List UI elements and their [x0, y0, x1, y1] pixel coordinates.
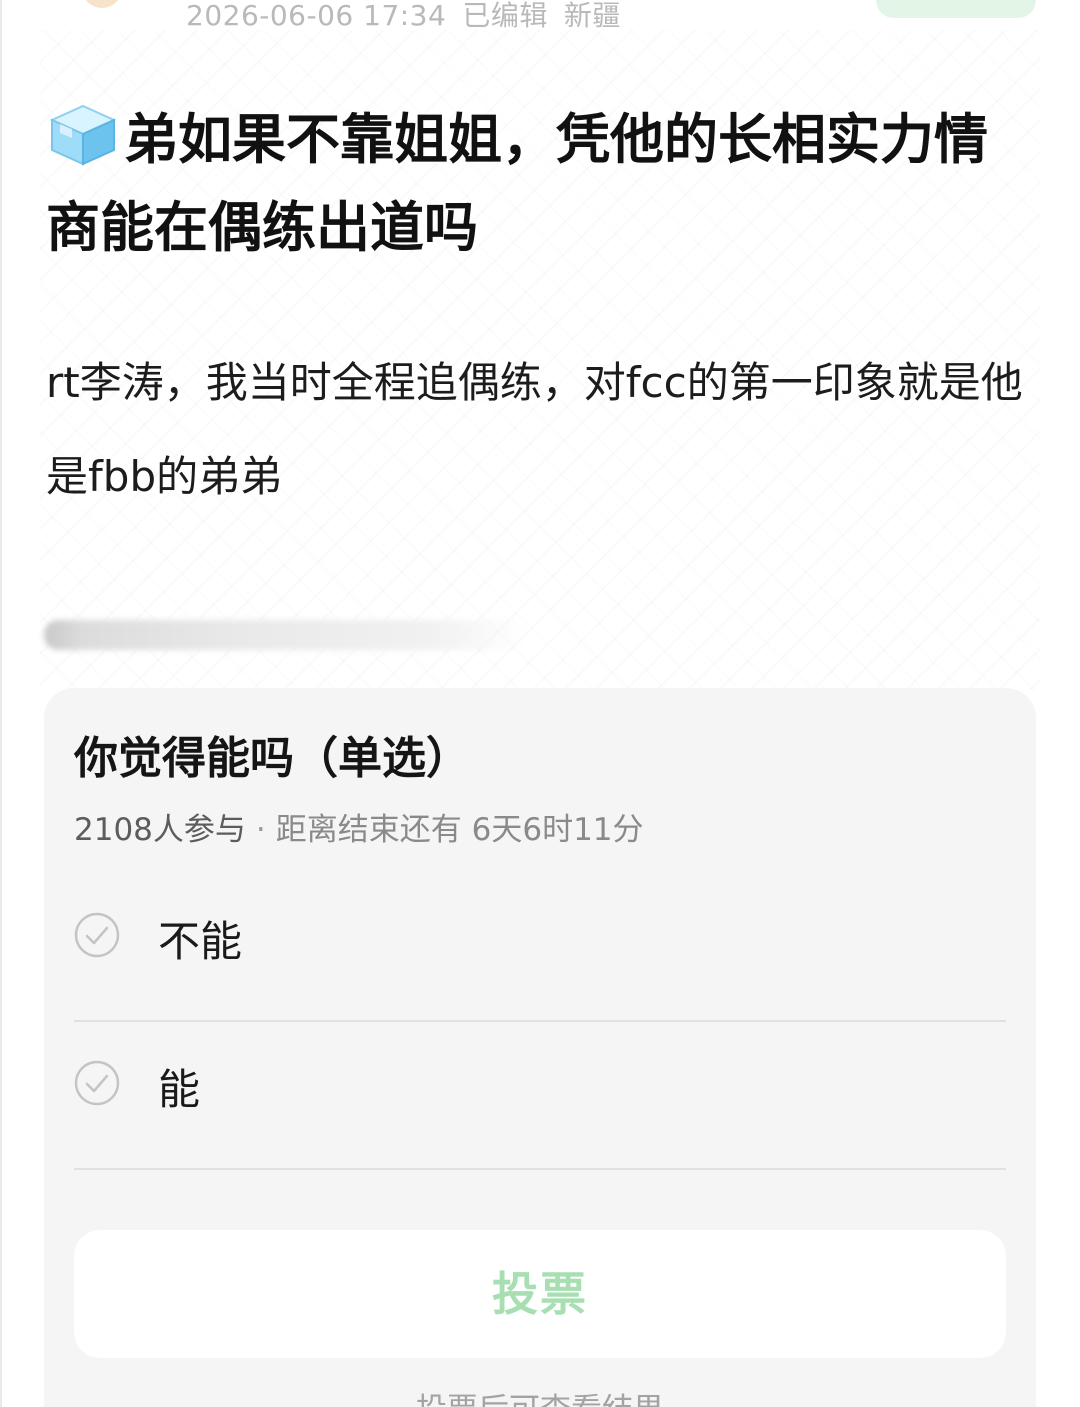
post-detail-page: 2026-06-06 17:34 已编辑 新疆 弟如果不靠姐姐，凭他的长相实力情商能…: [0, 0, 1080, 1407]
blurred-content: [44, 620, 524, 650]
post-title-text: 弟如果不靠姐姐，凭他的长相实力情商能在偶练出道吗: [46, 108, 988, 259]
follow-button[interactable]: [876, 0, 1036, 18]
check-circle-icon[interactable]: [74, 912, 120, 958]
poll-remaining-time: 距离结束还有 6天6时11分: [275, 812, 644, 848]
poll-option-label: 能: [158, 1065, 201, 1114]
poll-stats: 2108人参与 · 距离结束还有 6天6时11分: [74, 804, 644, 849]
poll-option[interactable]: 能: [74, 1024, 1006, 1170]
poll-option-label: 不能: [158, 917, 243, 966]
post-body: rt李涛，我当时全程追偶练，对fcc的第一印象就是他是fbb的弟弟: [46, 358, 1023, 501]
poll-title: 你觉得能吗（单选）: [74, 733, 470, 784]
ice-cube-icon: [49, 104, 117, 166]
avatar[interactable]: [82, 0, 122, 8]
edited-label: 已编辑: [462, 0, 548, 32]
poll-participants: 2108人参与: [74, 812, 246, 848]
left-edge-divider: [0, 0, 2, 1407]
post-title: 弟如果不靠姐姐，凭他的长相实力情商能在偶练出道吗: [46, 96, 1036, 272]
option-divider: [74, 1168, 1006, 1170]
location-label: 新疆: [563, 0, 621, 32]
vote-button[interactable]: 投票: [74, 1230, 1006, 1358]
post-meta-row: 2026-06-06 17:34 已编辑 新疆: [0, 0, 1080, 34]
post-meta: 2026-06-06 17:34 已编辑 新疆: [186, 0, 637, 34]
vote-hint: 投票后可查看结果: [44, 1384, 1036, 1407]
poll-card: 你觉得能吗（单选） 2108人参与 · 距离结束还有 6天6时11分 不能 能 投票…: [44, 688, 1036, 1407]
check-circle-icon[interactable]: [74, 1060, 120, 1106]
poll-option[interactable]: 不能: [74, 876, 1006, 1022]
post-timestamp: 2026-06-06 17:34: [186, 0, 447, 32]
option-divider: [74, 1020, 1006, 1022]
poll-stats-separator: ·: [255, 812, 266, 848]
